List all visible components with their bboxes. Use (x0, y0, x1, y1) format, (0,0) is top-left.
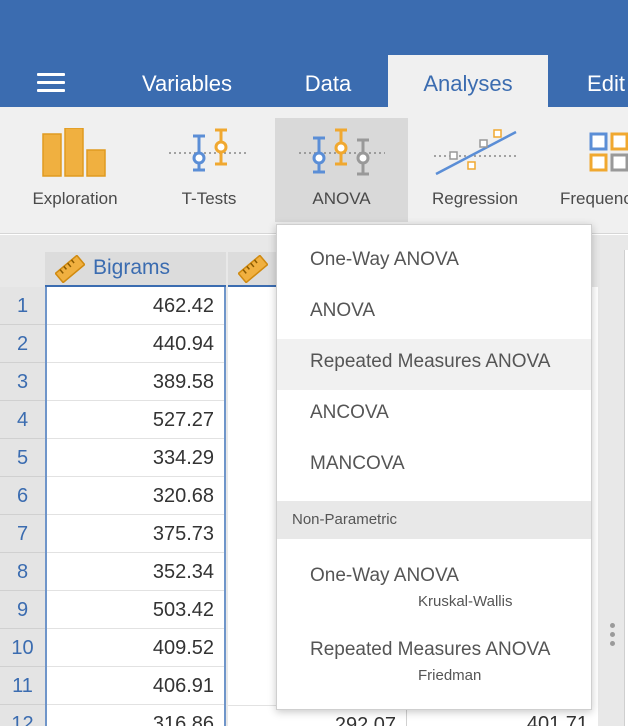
table-cell[interactable]: 316.86 (47, 705, 224, 726)
t-tests-button[interactable]: T-Tests (145, 118, 273, 222)
frequencies-button[interactable]: Frequencies (545, 118, 628, 222)
table-cell[interactable]: 334.29 (47, 439, 224, 477)
results-panel-edge (624, 250, 628, 726)
exploration-icon (42, 128, 106, 177)
table-cell[interactable]: 503.42 (47, 591, 224, 629)
hamburger-icon[interactable] (37, 73, 65, 93)
regression-icon (434, 129, 517, 176)
menu-item-kruskal-wallis[interactable]: One-Way ANOVA Kruskal-Wallis (277, 553, 591, 619)
table-cell[interactable]: 352.34 (47, 553, 224, 591)
regression-button[interactable]: Regression (412, 118, 538, 222)
anova-button[interactable]: ANOVA (275, 118, 408, 222)
anova-label: ANOVA (312, 189, 371, 208)
tab-data[interactable]: Data (280, 55, 376, 107)
row-numbers: 1 2 3 4 5 6 7 8 9 10 11 12 (0, 287, 45, 726)
menu-item-label: Repeated Measures ANOVA (310, 351, 551, 372)
exploration-label: Exploration (32, 189, 118, 208)
top-bar: Variables Data Analyses Edit (0, 0, 628, 107)
menu-item-label: Repeated Measures ANOVA (310, 639, 551, 660)
menu-item-ancova[interactable]: ANCOVA (277, 390, 591, 441)
frequencies-icon (589, 132, 628, 172)
menu-item-repeated-measures-anova[interactable]: Repeated Measures ANOVA (277, 339, 591, 390)
table-cell[interactable]: 527.27 (47, 401, 224, 439)
menu-item-subtitle: Friedman (418, 667, 482, 684)
row-number[interactable]: 1 (0, 287, 45, 325)
menu-item-friedman[interactable]: Repeated Measures ANOVA Friedman (277, 627, 591, 693)
column-name: Bigrams (93, 256, 171, 279)
row-number[interactable]: 12 (0, 705, 45, 726)
menu-item-label: One-Way ANOVA (310, 249, 459, 270)
non-parametric-section-header: Non-Parametric (277, 501, 591, 539)
panel-resize-handle[interactable] (610, 623, 616, 650)
row-number[interactable]: 3 (0, 363, 45, 401)
menu-item-label: One-Way ANOVA (310, 565, 459, 586)
ruler-icon (55, 255, 85, 283)
anova-icon (298, 128, 385, 176)
t-tests-icon (169, 128, 249, 172)
row-number[interactable]: 7 (0, 515, 45, 553)
menu-item-subtitle: Kruskal-Wallis (418, 593, 513, 610)
tab-variables[interactable]: Variables (118, 55, 256, 107)
row-number[interactable]: 9 (0, 591, 45, 629)
column-header-bigrams[interactable]: Bigrams (45, 252, 226, 287)
row-number[interactable]: 6 (0, 477, 45, 515)
row-number[interactable]: 2 (0, 325, 45, 363)
row-number[interactable]: 8 (0, 553, 45, 591)
section-header-label: Non-Parametric (292, 511, 398, 528)
table-cell[interactable]: 440.94 (47, 325, 224, 363)
t-tests-label: T-Tests (181, 189, 237, 208)
table-cell[interactable]: 375.73 (47, 515, 224, 553)
row-number[interactable]: 10 (0, 629, 45, 667)
menu-item-one-way-anova[interactable]: One-Way ANOVA (277, 237, 591, 288)
table-cell[interactable]: 320.68 (47, 477, 224, 515)
row-number[interactable]: 4 (0, 401, 45, 439)
analyses-ribbon: Exploration T-Tests ANOVA Regression Fre… (0, 107, 628, 234)
menu-item-label: ANCOVA (310, 402, 389, 423)
exploration-button[interactable]: Exploration (10, 118, 140, 222)
regression-label: Regression (432, 189, 518, 208)
tab-analyses[interactable]: Analyses (388, 55, 548, 107)
table-cell[interactable]: 406.91 (47, 667, 224, 705)
ruler-icon (238, 255, 268, 283)
menu-item-label: MANCOVA (310, 453, 405, 474)
tab-edit[interactable]: Edit (566, 55, 628, 107)
row-number[interactable]: 5 (0, 439, 45, 477)
bigrams-column: 462.42 440.94 389.58 527.27 334.29 320.6… (45, 287, 226, 726)
menu-item-mancova[interactable]: MANCOVA (277, 441, 591, 492)
frequencies-label: Frequencies (560, 189, 628, 208)
table-cell[interactable]: 409.52 (47, 629, 224, 667)
table-cell[interactable]: 462.42 (47, 287, 224, 325)
menu-item-label: ANOVA (310, 300, 376, 321)
anova-dropdown-menu: One-Way ANOVA ANOVA Repeated Measures AN… (276, 224, 592, 710)
menu-item-anova[interactable]: ANOVA (277, 288, 591, 339)
table-cell[interactable]: 389.58 (47, 363, 224, 401)
row-number[interactable]: 11 (0, 667, 45, 705)
